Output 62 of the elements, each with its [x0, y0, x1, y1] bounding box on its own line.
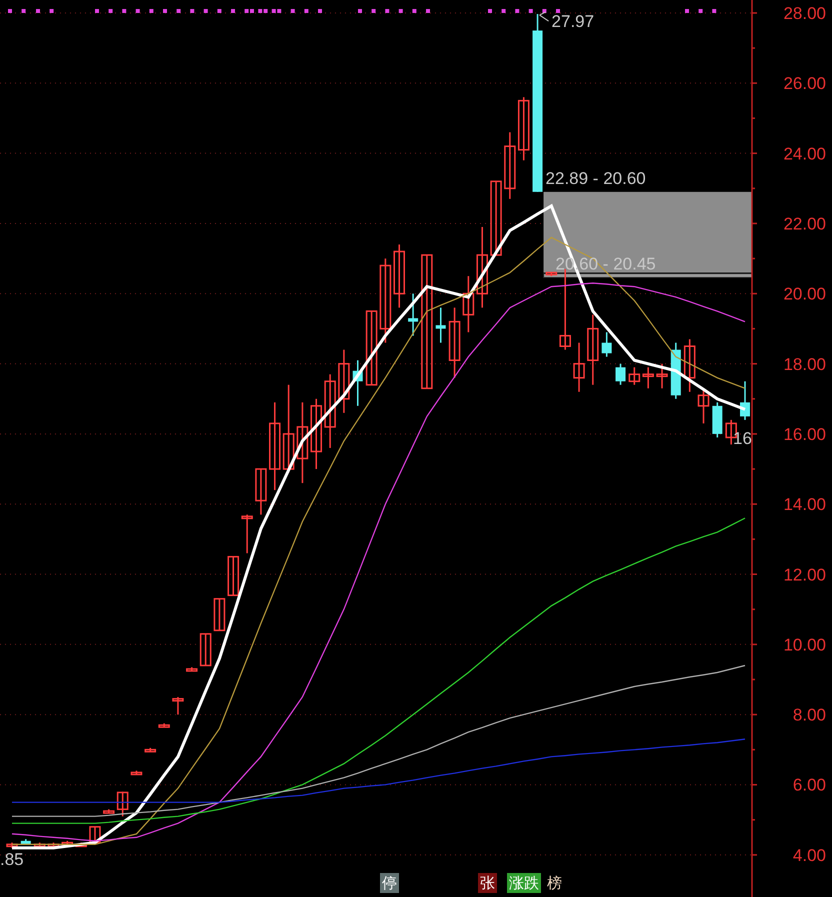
price-label: 20.00: [783, 284, 826, 304]
candlestick: [504, 132, 516, 199]
price-label: 14.00: [783, 495, 826, 514]
pointer-line: [539, 12, 550, 22]
candlestick: [62, 840, 74, 846]
event-tag: 张: [478, 873, 497, 893]
candlestick: [255, 468, 267, 515]
candlestick: [172, 697, 184, 715]
high-price-label: 27.97: [552, 12, 594, 32]
price-label: 28.00: [783, 4, 826, 23]
price-label: 10.00: [783, 635, 826, 654]
price-label: 16: [733, 428, 752, 448]
candlestick: [214, 598, 226, 632]
candlestick: [241, 514, 253, 554]
event-tag: 停: [380, 873, 399, 893]
candlestick: [518, 97, 530, 160]
candlestick: [20, 839, 31, 844]
price-label: 26.00: [783, 74, 826, 94]
price-label: 18.00: [783, 354, 826, 374]
price-label: 4.00: [792, 846, 826, 865]
candlestick: [712, 402, 722, 438]
candlestick: [408, 294, 418, 336]
price-label: 24.00: [783, 144, 826, 164]
price-label: 12.00: [783, 565, 826, 584]
candlestick: [684, 339, 696, 392]
price-label: 8.00: [792, 706, 826, 725]
candlestick: [338, 350, 350, 413]
candlestick: [602, 332, 612, 357]
candlestick: [462, 276, 474, 332]
candlestick: [642, 367, 654, 388]
event-tag: 榜: [545, 873, 564, 893]
price-label: 6.00: [792, 776, 826, 795]
event-tag: 涨跌: [507, 873, 541, 893]
candlestick: [448, 308, 460, 378]
candlestick: [436, 308, 446, 343]
candlestick: [656, 364, 668, 388]
candlestick: [740, 381, 750, 420]
candlestick: [75, 842, 87, 848]
candlestick: [144, 748, 156, 752]
price-label: 16.00: [783, 424, 826, 444]
gap-range-label: 22.89 - 20.60: [546, 168, 646, 188]
candlestick: [89, 826, 101, 844]
low-price-label: .85: [0, 850, 24, 869]
price-label: 22.00: [783, 214, 826, 234]
candlestick: [48, 842, 60, 848]
candlestick: [130, 770, 142, 776]
candlestick: [616, 364, 626, 385]
candlestick: [228, 556, 240, 596]
candlestick: [158, 723, 170, 728]
candlestick: [698, 388, 710, 424]
candlestick: [310, 398, 322, 470]
candlestick: [6, 842, 18, 848]
candlestick: [200, 633, 212, 666]
candlestick: [34, 842, 46, 848]
candlestick: [573, 342, 585, 392]
candlestick: [116, 792, 128, 816]
candlestick: [394, 244, 405, 308]
candlestick: [587, 314, 599, 385]
candlestick: [628, 367, 640, 385]
candlestick: [546, 272, 558, 276]
candlestick: [103, 809, 115, 814]
candlestick: [186, 667, 198, 672]
